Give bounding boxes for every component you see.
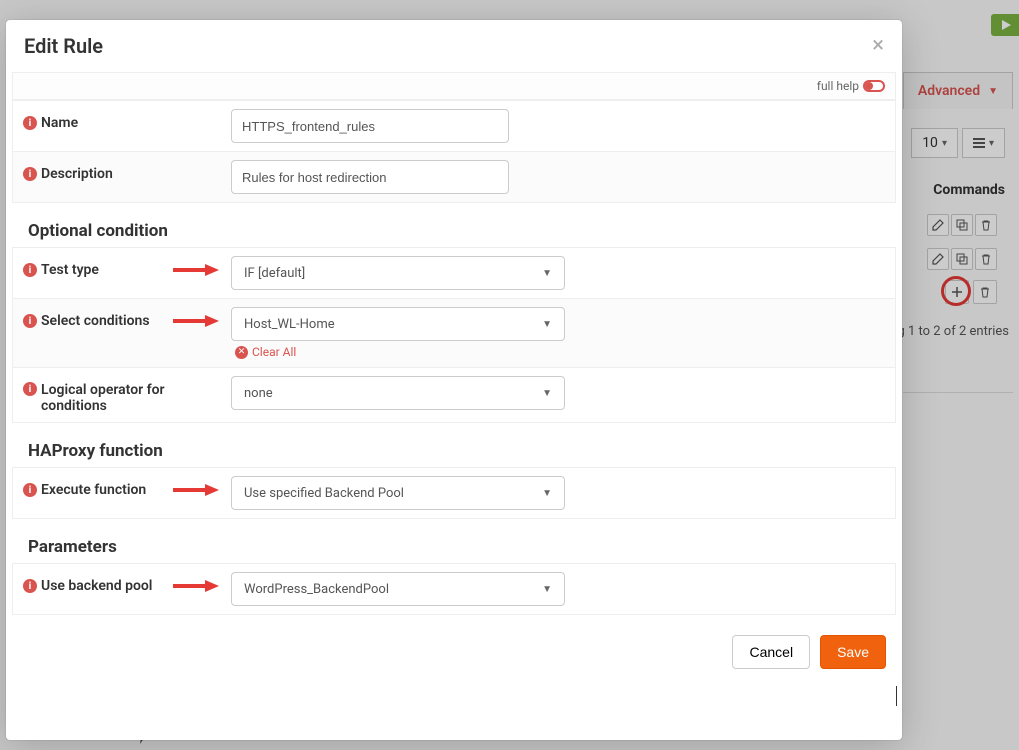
description-label-text: Description bbox=[41, 166, 113, 182]
close-icon[interactable]: × bbox=[872, 35, 884, 57]
full-help-toggle[interactable]: full help bbox=[12, 72, 896, 100]
annotation-arrow bbox=[173, 262, 219, 278]
logicaloperator-label-text: Logical operator for conditions bbox=[41, 382, 221, 414]
modal-title: Edit Rule bbox=[24, 34, 103, 58]
form-row-testtype: i Test type IF [default] ▼ bbox=[13, 247, 895, 298]
section-haproxy-function: HAProxy function bbox=[6, 423, 902, 467]
info-icon[interactable]: i bbox=[23, 116, 37, 130]
full-help-label: full help bbox=[817, 79, 859, 93]
name-input[interactable] bbox=[231, 109, 509, 143]
selectconditions-value: Host_WL-Home bbox=[244, 317, 335, 332]
logicaloperator-select[interactable]: none ▼ bbox=[231, 376, 565, 410]
section-parameters: Parameters bbox=[6, 519, 902, 563]
form-row-backendpool: i Use backend pool WordPress_BackendPool… bbox=[13, 563, 895, 614]
x-circle-icon: ✕ bbox=[235, 346, 248, 359]
annotation-arrow bbox=[173, 313, 219, 329]
annotation-arrow bbox=[173, 482, 219, 498]
testtype-value: IF [default] bbox=[244, 266, 305, 281]
selectconditions-select[interactable]: Host_WL-Home ▼ bbox=[231, 307, 565, 341]
testtype-label-text: Test type bbox=[41, 262, 99, 278]
edit-rule-modal: Edit Rule × full help i Name i Descripti… bbox=[6, 20, 902, 740]
clear-all-label: Clear All bbox=[252, 345, 296, 359]
modal-overlay: Edit Rule × full help i Name i Descripti… bbox=[0, 0, 1019, 750]
executefunction-select[interactable]: Use specified Backend Pool ▼ bbox=[231, 476, 565, 510]
backendpool-select[interactable]: WordPress_BackendPool ▼ bbox=[231, 572, 565, 606]
clear-all-link[interactable]: ✕ Clear All bbox=[235, 345, 296, 359]
text-cursor bbox=[896, 686, 897, 706]
logicaloperator-label: i Logical operator for conditions bbox=[23, 376, 231, 414]
executefunction-value: Use specified Backend Pool bbox=[244, 486, 404, 501]
info-icon[interactable]: i bbox=[23, 314, 37, 328]
modal-header: Edit Rule × bbox=[6, 20, 902, 68]
selectconditions-label-text: Select conditions bbox=[41, 313, 150, 329]
chevron-down-icon: ▼ bbox=[542, 388, 552, 399]
info-icon[interactable]: i bbox=[23, 263, 37, 277]
annotation-arrow bbox=[173, 578, 219, 594]
info-icon[interactable]: i bbox=[23, 167, 37, 181]
description-label: i Description bbox=[23, 160, 231, 182]
name-label: i Name bbox=[23, 109, 231, 131]
description-input[interactable] bbox=[231, 160, 509, 194]
modal-footer: Cancel Save bbox=[6, 615, 902, 697]
form-row-description: i Description bbox=[13, 151, 895, 202]
logicaloperator-value: none bbox=[244, 386, 273, 401]
name-label-text: Name bbox=[41, 115, 78, 131]
chevron-down-icon: ▼ bbox=[542, 268, 552, 279]
section-optional-condition: Optional condition bbox=[6, 203, 902, 247]
form-row-selectconditions: i Select conditions Host_WL-Home ▼ ✕ Cle… bbox=[13, 298, 895, 367]
form-row-name: i Name bbox=[13, 100, 895, 151]
form-section-parameters: i Use backend pool WordPress_BackendPool… bbox=[12, 563, 896, 615]
form-section-optional: i Test type IF [default] ▼ i Select cond… bbox=[12, 247, 896, 423]
chevron-down-icon: ▼ bbox=[542, 319, 552, 330]
form-section-function: i Execute function Use specified Backend… bbox=[12, 467, 896, 519]
testtype-select[interactable]: IF [default] ▼ bbox=[231, 256, 565, 290]
backendpool-value: WordPress_BackendPool bbox=[244, 582, 389, 597]
form-row-logicaloperator: i Logical operator for conditions none ▼ bbox=[13, 367, 895, 422]
chevron-down-icon: ▼ bbox=[542, 488, 552, 499]
save-button[interactable]: Save bbox=[820, 635, 886, 669]
executefunction-label-text: Execute function bbox=[41, 482, 146, 498]
form-section-basic: i Name i Description bbox=[12, 100, 896, 203]
info-icon[interactable]: i bbox=[23, 483, 37, 497]
form-row-executefunction: i Execute function Use specified Backend… bbox=[13, 467, 895, 518]
info-icon[interactable]: i bbox=[23, 579, 37, 593]
toggle-icon bbox=[863, 80, 885, 92]
chevron-down-icon: ▼ bbox=[542, 584, 552, 595]
backendpool-label-text: Use backend pool bbox=[41, 578, 152, 594]
info-icon[interactable]: i bbox=[23, 382, 37, 396]
cancel-button[interactable]: Cancel bbox=[732, 635, 810, 669]
